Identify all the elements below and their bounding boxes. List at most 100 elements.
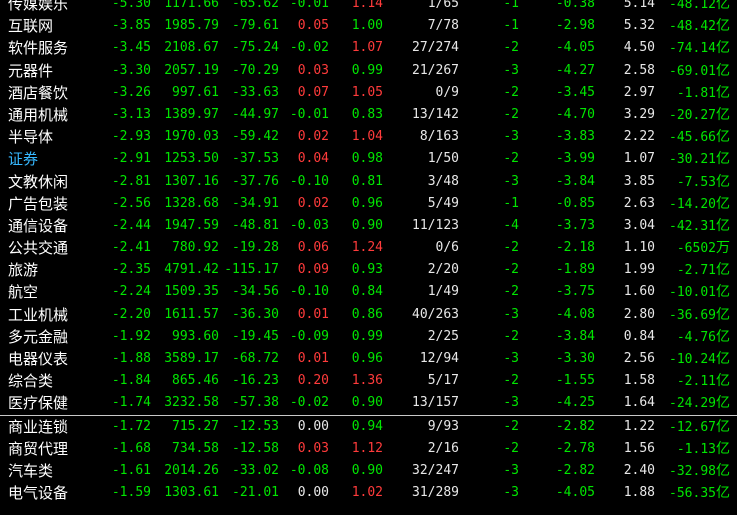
advance-count: 21/267 [412,62,459,78]
table-row[interactable]: 证券 -2.91 1253.50 -37.53 0.04 0.98 1/50 -2 -3.99 1… [0,148,737,170]
turnover-rate: 2.97 [623,84,655,100]
index-value: 1328.68 [164,195,219,211]
metric-value: -3.99 [555,151,595,167]
index-value: 1985.79 [164,18,219,34]
index-value: 1303.61 [164,485,219,501]
rank-change: -2 [503,328,519,344]
net-amount-value: -7.53 [676,174,716,190]
sector-name: 通信设备 [8,216,69,235]
table-row[interactable]: 酒店餐饮 -3.26 997.61 -33.63 0.07 1.05 0/9 -2 -3.45 2… [0,82,737,104]
change-value: -79.61 [232,18,279,34]
advance-count: 32/247 [412,462,459,478]
table-row[interactable]: 航空 -2.24 1509.35 -34.56 -0.10 0.84 1/49 -2 -3.75… [0,281,737,303]
turnover-rate: 1.88 [623,485,655,501]
advance-count: 0/9 [435,84,459,100]
index-value: 2108.67 [164,40,219,56]
table-row[interactable]: 电器仪表 -1.88 3589.17 -68.72 0.01 0.96 12/94 -3 -3.… [0,348,737,370]
table-row[interactable]: 商贸代理 -1.68 734.58 -12.58 0.03 1.12 2/16 -2 -2.78… [0,438,737,460]
metric-value: -4.25 [555,395,595,411]
change-value: -19.28 [232,240,279,256]
net-amount: -32.98亿 [669,460,730,483]
volume-ratio: 0.94 [351,418,383,434]
metric-value: -0.85 [555,195,595,211]
turnover-rate: 1.99 [623,262,655,278]
volume-ratio: 0.98 [351,151,383,167]
advance-count: 40/263 [412,306,459,322]
table-row[interactable]: 软件服务 -3.45 2108.67 -75.24 -0.02 1.07 27/274 -2 -… [0,37,737,59]
volume-ratio: 1.36 [351,373,383,389]
speed-value: -0.10 [289,173,329,189]
net-amount: -42.31亿 [669,215,730,238]
speed-value: 0.07 [297,84,329,100]
change-percent: -1.88 [111,351,151,366]
change-value: -33.02 [232,462,279,478]
table-row[interactable]: 广告包装 -2.56 1328.68 -34.91 0.02 0.96 5/49 -1 -0.8… [0,193,737,215]
volume-ratio: 0.90 [351,217,383,233]
rank-change: -2 [503,84,519,100]
change-percent: -1.72 [111,418,151,434]
metric-value: -3.84 [555,328,595,344]
table-row[interactable]: 互联网 -3.85 1985.79 -79.61 0.05 1.00 7/78 -1 -2.98… [0,15,737,37]
speed-value: 0.02 [297,129,329,145]
net-amount: -48.42亿 [669,15,730,38]
advance-count: 9/93 [427,418,459,434]
change-value: -115.17 [224,262,279,278]
volume-ratio: 0.96 [351,195,383,211]
net-amount-unit: 亿 [716,0,730,12]
net-amount-value: -32.98 [669,463,716,479]
volume-ratio: 0.96 [351,351,383,366]
net-amount: -48.12亿 [669,0,730,16]
net-amount: -74.14亿 [669,37,730,60]
net-amount: -12.67亿 [669,416,730,439]
table-row[interactable]: 汽车类 -1.61 2014.26 -33.02 -0.08 0.90 32/247 -3 -2… [0,460,737,482]
table-row[interactable]: 商业连锁 -1.72 715.27 -12.53 0.00 0.94 9/93 -2 -2.82… [0,416,737,438]
net-amount-value: -24.29 [669,396,716,412]
volume-ratio: 0.90 [351,462,383,478]
table-row[interactable]: 旅游 -2.35 4791.42 -115.17 0.09 0.93 2/20 -2 -1.89… [0,259,737,281]
table-row[interactable]: 通信设备 -2.44 1947.59 -48.81 -0.03 0.90 11/123 -4 -… [0,215,737,237]
advance-count: 8/163 [419,129,459,145]
sector-name: 公共交通 [8,239,69,258]
metric-value: -4.08 [555,306,595,322]
table-row[interactable]: 电气设备 -1.59 1303.61 -21.01 0.00 1.02 31/289 -3 -4… [0,482,737,504]
net-amount: -10.01亿 [669,281,730,304]
metric-value: -3.45 [555,84,595,100]
advance-count: 3/48 [427,173,459,189]
net-amount-value: -48.42 [669,19,716,35]
table-row[interactable]: 文教休闲 -2.81 1307.16 -37.76 -0.10 0.81 3/48 -3 -3.… [0,171,737,193]
table-row[interactable]: 传媒娱乐 -5.30 1171.66 -65.62 -0.01 1.14 1/65 -1 -0.… [0,0,737,15]
net-amount-value: -6502 [676,241,716,257]
advance-count: 1/65 [427,0,459,11]
sector-name: 工业机械 [8,305,69,324]
speed-value: 0.00 [297,485,329,501]
table-row[interactable]: 综合类 -1.84 865.46 -16.23 0.20 1.36 5/17 -2 -1.55 1… [0,370,737,392]
table-row[interactable]: 半导体 -2.93 1970.03 -59.42 0.02 1.04 8/163 -3 -3.8… [0,126,737,148]
volume-ratio: 0.93 [351,262,383,278]
volume-ratio: 1.24 [351,240,383,256]
rank-change: -4 [503,217,519,233]
index-value: 2057.19 [164,62,219,78]
volume-ratio: 0.99 [351,328,383,344]
net-amount: -1.13亿 [677,438,730,461]
net-amount-unit: 亿 [716,151,730,168]
speed-value: -0.03 [289,217,329,233]
sector-name: 传媒娱乐 [8,0,69,13]
speed-value: 0.03 [297,62,329,78]
net-amount-unit: 亿 [716,284,730,301]
table-row[interactable]: 多元金融 -1.92 993.60 -19.45 -0.09 0.99 2/25 -2 -3.8… [0,326,737,348]
net-amount-unit: 亿 [716,418,730,435]
net-amount-value: -74.14 [669,41,716,57]
net-amount: -7.53亿 [677,171,730,194]
net-amount-value: -20.27 [669,107,716,123]
net-amount: -36.69亿 [669,304,730,327]
table-row[interactable]: 公共交通 -2.41 780.92 -19.28 0.06 1.24 0/6 -2 -2.18 1… [0,237,737,259]
table-row[interactable]: 医疗保健 -1.74 3232.58 -57.38 -0.02 0.90 13/157 -3 -… [0,392,737,416]
table-row[interactable]: 通用机械 -3.13 1389.97 -44.97 -0.01 0.83 13/142 -2 -… [0,104,737,126]
table-row[interactable]: 工业机械 -2.20 1611.57 -36.30 0.01 0.86 40/263 -3 -4… [0,304,737,326]
change-percent: -1.61 [111,462,151,478]
turnover-rate: 1.60 [623,284,655,300]
speed-value: 0.05 [297,18,329,34]
speed-value: -0.08 [289,462,329,478]
turnover-rate: 2.63 [623,195,655,211]
table-row[interactable]: 元器件 -3.30 2057.19 -70.29 0.03 0.99 21/267 -3 -4.… [0,60,737,82]
